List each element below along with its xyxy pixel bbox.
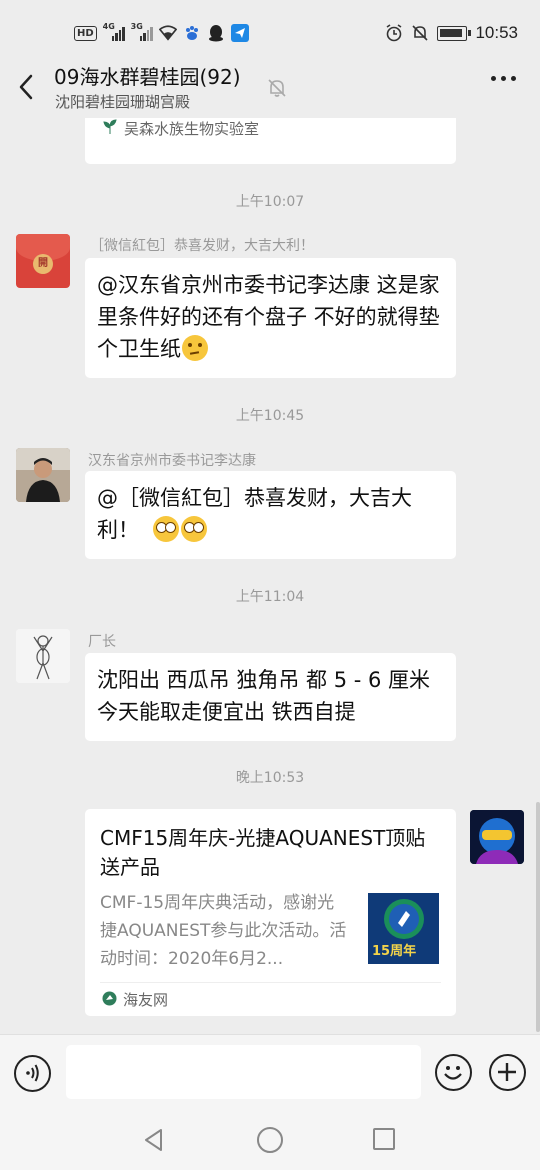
timestamp: 上午10:45 [235, 408, 305, 424]
message-bubble[interactable]: 沈阳出 西瓜吊 独角吊 都 5 - 6 厘米 今天能取走便宜出 铁西自提 [85, 653, 456, 741]
more-options-button[interactable] [491, 76, 516, 81]
message-input[interactable] [66, 1045, 421, 1099]
plus-icon [498, 1063, 516, 1081]
nav-back-button[interactable] [141, 1127, 167, 1157]
thinking-face-emoji [182, 335, 208, 361]
message-bubble[interactable]: @汉东省京州市委书记李达康 这是家里条件好的还有个盘子 不好的就得垫个卫生纸 [85, 258, 456, 378]
timestamp: 晚上10:53 [235, 770, 305, 786]
globe-icon [102, 991, 117, 1010]
message-text: @［微信紅包］恭喜发财，大吉大利！ [97, 486, 412, 542]
sender-name: 厂长 [88, 634, 116, 650]
plant-icon [102, 119, 118, 139]
sender-name: 汉东省京州市委书记李达康 [88, 453, 256, 469]
card-source: 海友网 [123, 991, 169, 1009]
chat-title: 09海水群碧桂园(92) [54, 65, 241, 89]
baidu-paw-icon [183, 24, 201, 42]
link-card[interactable]: CMF15周年庆-光捷AQUANEST顶贴送产品 CMF-15周年庆典活动，感谢… [85, 809, 456, 1016]
status-bar: HD 4G 3G 10:53 [0, 0, 540, 62]
nav-recents-button[interactable] [373, 1128, 395, 1150]
redpacket-open-icon: 開 [33, 254, 53, 274]
smiley-icon [444, 1066, 462, 1080]
avatar-self[interactable] [470, 810, 524, 864]
message-list[interactable]: 吴森水族生物实验室 上午10:07 開 ［微信紅包］恭喜发财，大吉大利！ @汉东… [0, 118, 540, 1034]
signal-sim2-icon: 3G [131, 22, 153, 41]
person-photo-icon [16, 448, 70, 502]
scrollbar[interactable] [536, 802, 540, 1032]
flushed-face-emoji [153, 516, 180, 542]
message-text: 沈阳出 西瓜吊 独角吊 都 5 - 6 厘米 [97, 668, 431, 692]
battery-icon [437, 25, 472, 41]
sketch-figure-icon [16, 629, 70, 683]
voice-input-button[interactable] [14, 1055, 51, 1092]
timestamp: 上午11:04 [235, 589, 305, 605]
robot-avatar-icon [470, 810, 524, 864]
chevron-left-icon [19, 74, 33, 100]
chat-header: 09海水群碧桂园(92) 沈阳碧桂园珊瑚宫殿 [0, 62, 540, 118]
clock: 10:53 [475, 23, 518, 42]
nav-home-button[interactable] [257, 1127, 283, 1153]
thumbnail-caption: 15周年 [372, 944, 417, 959]
app-notification-icon [230, 24, 249, 42]
card-description: CMF-15周年庆典活动，感谢光捷AQUANEST参与此次活动。活动时间：202… [100, 893, 347, 969]
avatar-user[interactable] [16, 629, 70, 683]
emoji-button[interactable] [435, 1054, 472, 1091]
voice-wave-icon [26, 1064, 39, 1082]
card-thumbnail: 15周年 [368, 893, 439, 964]
system-nav-bar [0, 1110, 540, 1170]
wifi-icon [158, 24, 177, 42]
chat-subtitle: 沈阳碧桂园珊瑚宫殿 [55, 93, 191, 111]
hd-voice-icon: HD [74, 25, 97, 41]
qq-penguin-icon [207, 24, 225, 42]
link-card-partial[interactable]: 吴森水族生物实验室 [85, 118, 456, 164]
mute-bell-icon [411, 24, 429, 42]
triangle-back-icon [145, 1129, 162, 1151]
message-text: @汉东省京州市委书记李达康 这是家里条件好的还有个盘子 不好的就得垫个卫生纸 [97, 273, 440, 361]
back-button[interactable] [12, 72, 42, 102]
signal-sim1-icon: 4G [103, 22, 125, 41]
avatar-user[interactable] [16, 448, 70, 502]
muted-bell-icon [266, 77, 288, 99]
more-functions-button[interactable] [489, 1054, 526, 1091]
timestamp: 上午10:07 [235, 194, 305, 210]
avatar-redpacket[interactable]: 開 [16, 234, 70, 288]
card-source: 吴森水族生物实验室 [124, 120, 260, 138]
alarm-icon [385, 24, 403, 42]
message-bubble[interactable]: @［微信紅包］恭喜发财，大吉大利！ [85, 471, 456, 559]
input-bar [0, 1034, 540, 1110]
sender-name: ［微信紅包］恭喜发财，大吉大利！ [90, 238, 314, 254]
card-title: CMF15周年庆-光捷AQUANEST顶贴送产品 [100, 826, 426, 879]
message-text: 今天能取走便宜出 铁西自提 [97, 700, 356, 724]
flushed-face-emoji [181, 516, 208, 542]
